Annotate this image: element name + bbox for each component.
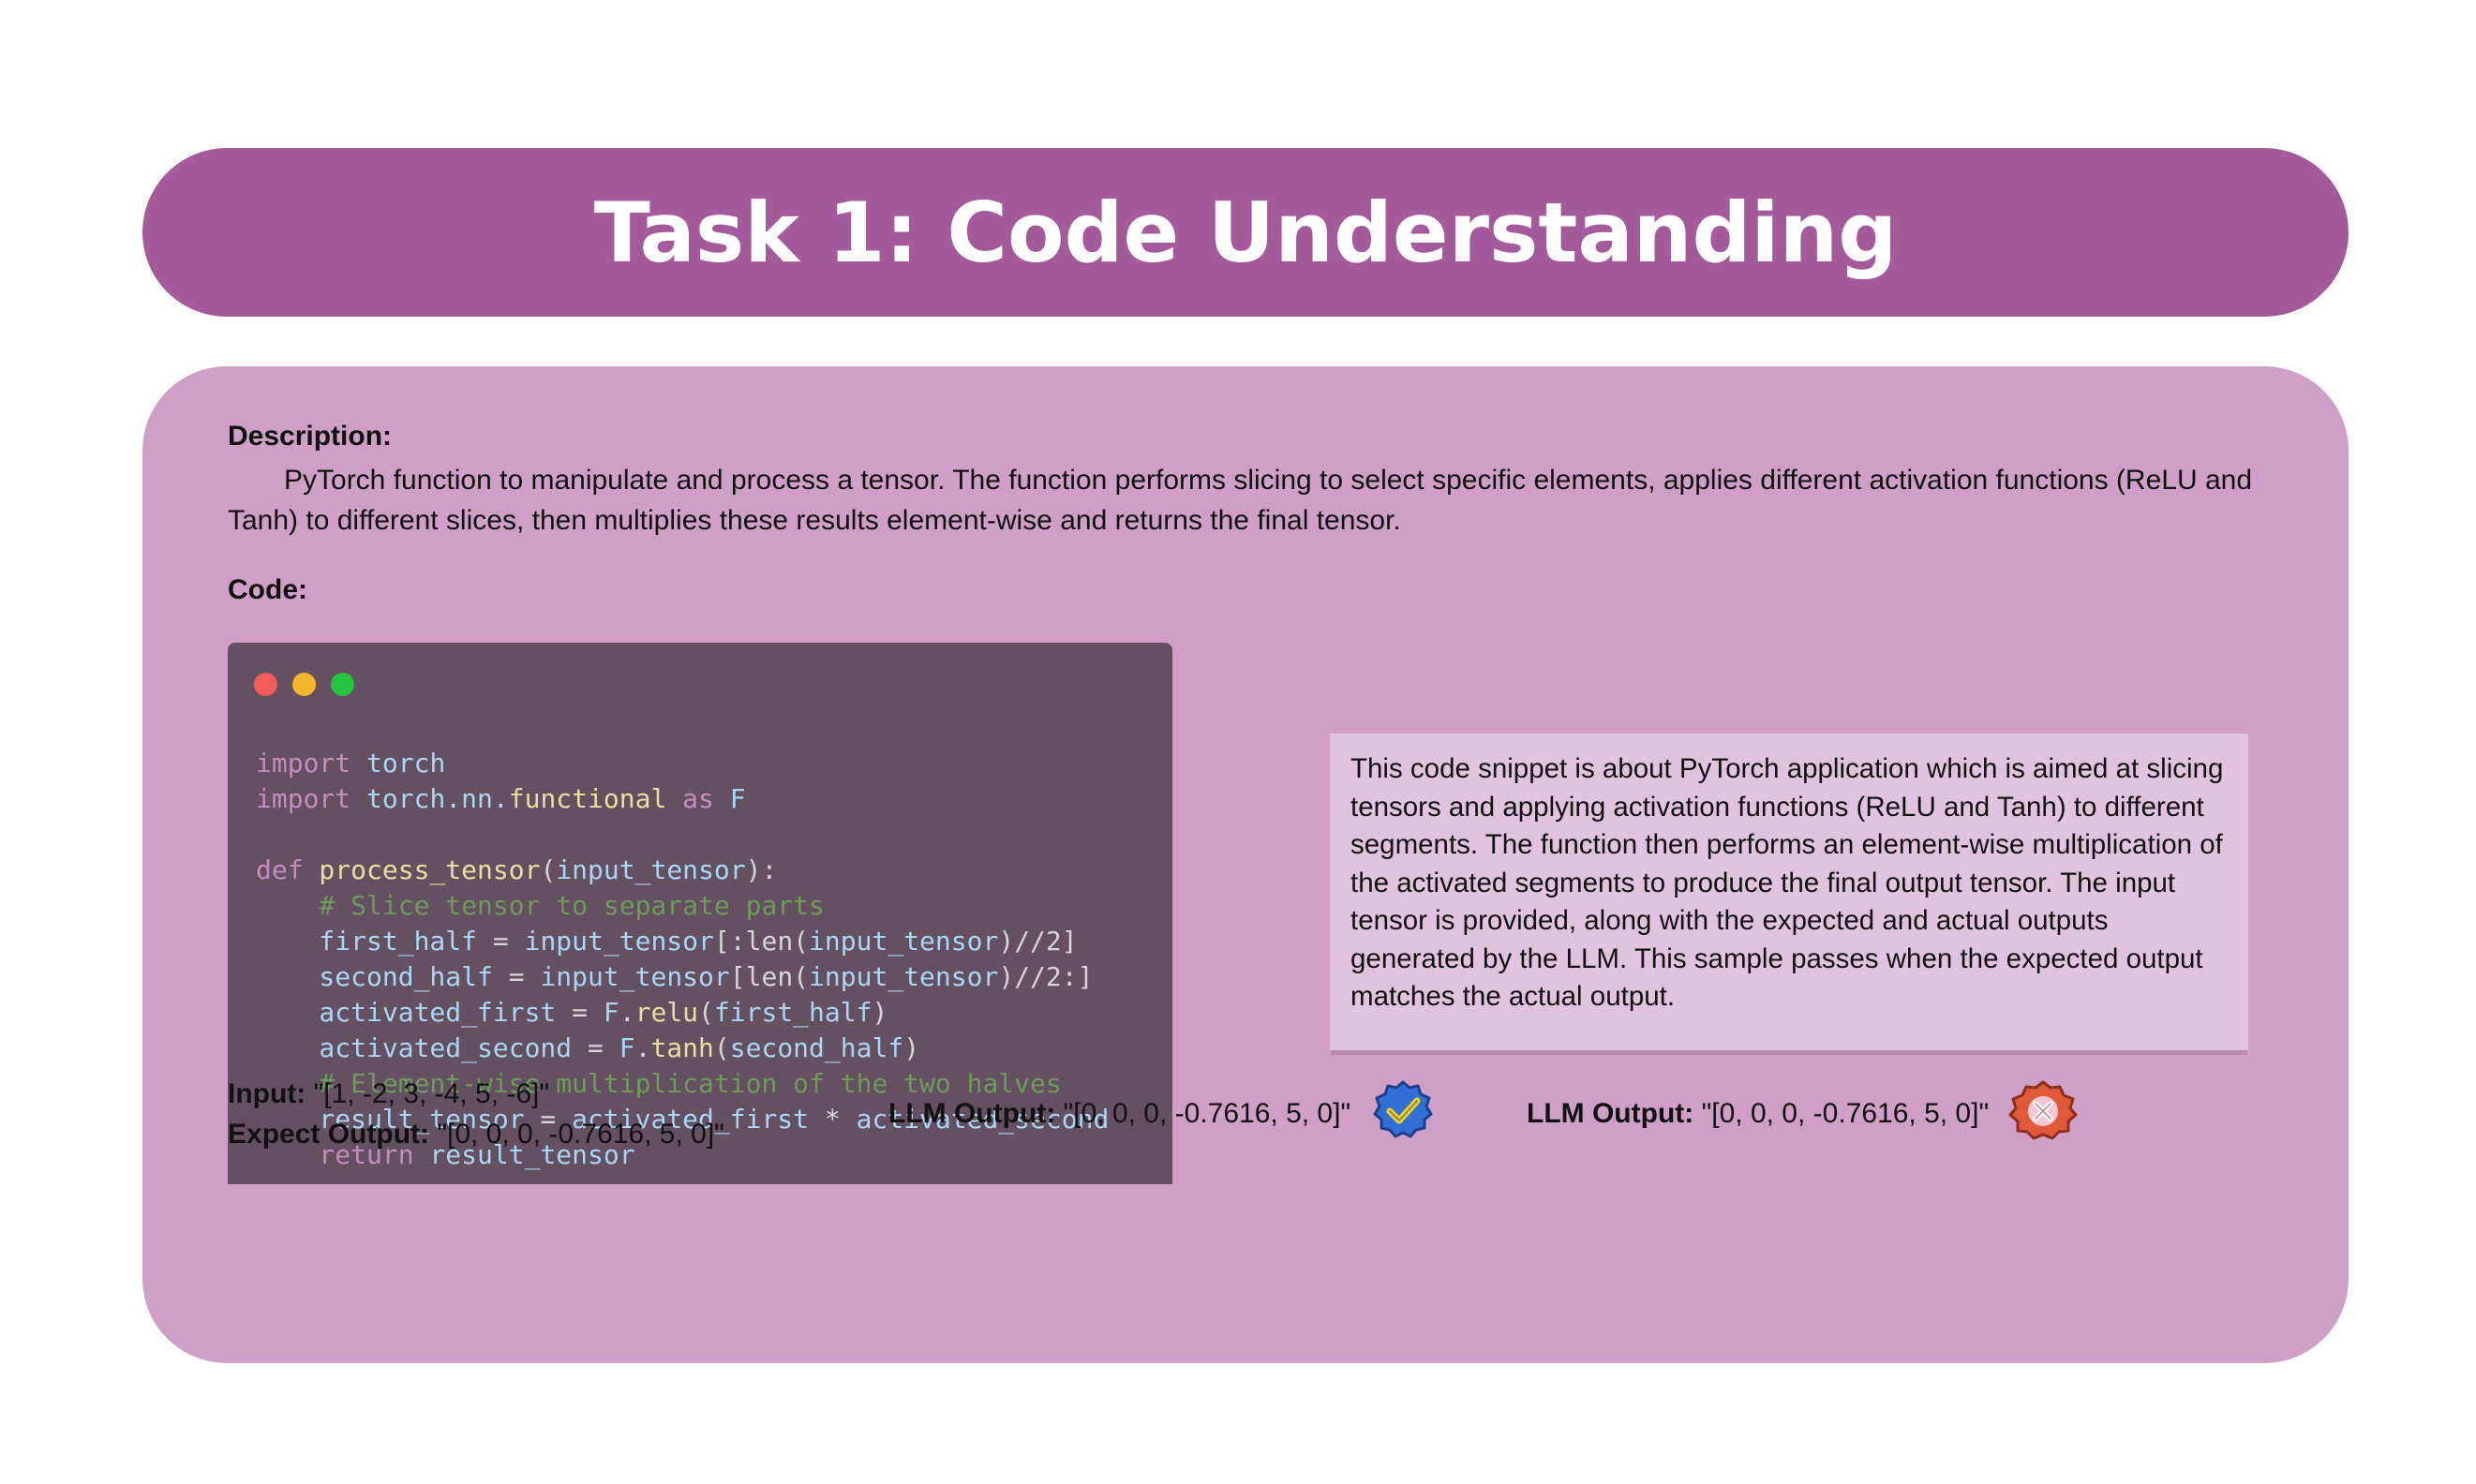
- code-token: ): [872, 997, 888, 1028]
- code-token: =: [492, 961, 541, 992]
- title-banner: Task 1: Code Understanding: [142, 148, 2349, 317]
- code-token: # Slice tensor to separate parts: [256, 890, 825, 921]
- code-token: input_tensor: [556, 854, 746, 885]
- content-panel: Description: PyTorch function to manipul…: [142, 366, 2349, 1363]
- code-token: tanh: [650, 1032, 714, 1063]
- code-token: )//2:]: [998, 961, 1094, 992]
- code-token: first_half: [713, 997, 873, 1028]
- code-token: )//2]: [998, 926, 1078, 957]
- explanation-note: This code snippet is about PyTorch appli…: [1330, 734, 2248, 1050]
- code-token: process_tensor: [303, 854, 541, 885]
- code-line: # Slice tensor to separate parts: [256, 888, 1109, 924]
- code-line: import torch.nn.functional as F: [256, 781, 1109, 817]
- code-token: (: [540, 854, 557, 885]
- expect-output-row: Expect Output: "[0, 0, 0, -0.7616, 5, 0]…: [228, 1119, 724, 1150]
- cross-badge-icon: [2008, 1080, 2078, 1140]
- page-title: Task 1: Code Understanding: [593, 184, 1898, 281]
- code-token: *: [809, 1104, 857, 1135]
- code-token: activated_second: [256, 1032, 573, 1063]
- code-token: =: [572, 1032, 619, 1063]
- llm-output-fail-label: LLM Output:: [1527, 1098, 1694, 1129]
- code-line: def process_tensor(input_tensor):: [256, 853, 1109, 888]
- code-token: [:len(: [713, 926, 810, 957]
- code-token: .: [634, 1032, 651, 1063]
- code-line: activated_second = F.tanh(second_half): [256, 1031, 1109, 1066]
- code-token: [len(: [729, 961, 810, 992]
- llm-output-pass-row: LLM Output: "[0, 0, 0, -0.7616, 5, 0]": [888, 1098, 1350, 1130]
- code-token: relu: [634, 997, 699, 1028]
- code-token: =: [477, 926, 525, 957]
- code-line: activated_first = F.relu(first_half): [256, 995, 1109, 1031]
- note-text: This code snippet is about PyTorch appli…: [1350, 753, 2224, 1012]
- code-token: ): [903, 1032, 920, 1063]
- code-token: input_tensor: [540, 961, 730, 992]
- code-token: second_half: [729, 1032, 904, 1063]
- code-token: import: [256, 783, 351, 814]
- input-label: Input:: [228, 1078, 306, 1109]
- llm-output-fail-row: LLM Output: "[0, 0, 0, -0.7616, 5, 0]": [1527, 1098, 1989, 1130]
- minimize-dot-icon: [292, 673, 316, 696]
- code-token: F: [603, 997, 619, 1028]
- code-token: first_half: [256, 926, 478, 957]
- code-token: ):: [745, 854, 778, 885]
- code-token: input_tensor: [809, 926, 999, 957]
- code-token: input_tensor: [524, 926, 714, 957]
- expect-output-value: "[0, 0, 0, -0.7616, 5, 0]": [429, 1119, 724, 1150]
- code-token: torch.nn.: [351, 783, 509, 814]
- code-token: .: [619, 997, 635, 1028]
- code-token: as: [666, 783, 714, 814]
- llm-output-pass-label: LLM Output:: [888, 1098, 1056, 1129]
- description-text: PyTorch function to manipulate and proce…: [228, 465, 2253, 536]
- code-label: Code:: [228, 574, 307, 605]
- code-token: (: [713, 1032, 730, 1063]
- description-label: Description:: [228, 421, 393, 452]
- code-token: import: [256, 748, 351, 779]
- llm-output-pass-value: "[0, 0, 0, -0.7616, 5, 0]": [1055, 1098, 1351, 1129]
- code-token: functional: [508, 783, 667, 814]
- code-token: F: [619, 1032, 635, 1063]
- code-token: second_half: [256, 961, 493, 992]
- code-token: activated_first: [256, 997, 557, 1028]
- code-token: torch: [351, 748, 446, 779]
- code-line: second_half = input_tensor[len(input_ten…: [256, 959, 1109, 995]
- window-controls: [254, 673, 354, 696]
- code-token: F: [713, 783, 746, 814]
- code-line: first_half = input_tensor[:len(input_ten…: [256, 924, 1109, 959]
- input-value: "[1, -2, 3, -4, 5, -6]": [306, 1078, 550, 1109]
- llm-output-fail-value: "[0, 0, 0, -0.7616, 5, 0]": [1693, 1098, 1990, 1129]
- code-token: input_tensor: [809, 961, 999, 992]
- code-token: def: [256, 854, 304, 885]
- code-token: (: [698, 997, 714, 1028]
- maximize-dot-icon: [331, 673, 354, 696]
- expect-output-label: Expect Output:: [228, 1119, 429, 1150]
- input-row: Input: "[1, -2, 3, -4, 5, -6]": [228, 1078, 549, 1110]
- close-dot-icon: [254, 673, 277, 696]
- check-badge-icon: [1373, 1080, 1433, 1138]
- code-token: =: [556, 997, 604, 1028]
- code-line: import torch: [256, 746, 1109, 781]
